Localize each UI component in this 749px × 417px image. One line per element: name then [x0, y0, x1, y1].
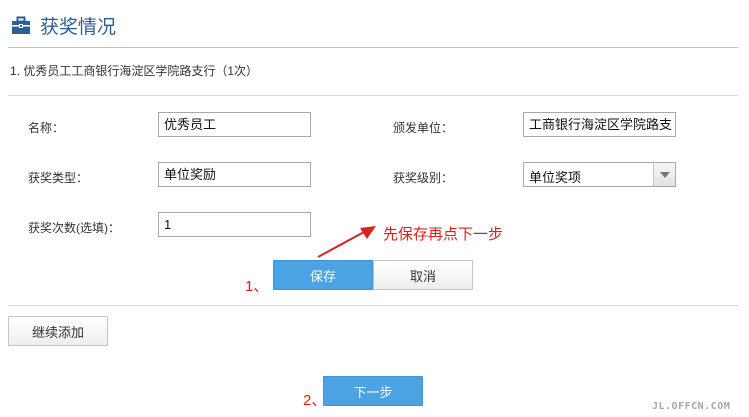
next-button[interactable]: 下一步: [323, 376, 423, 406]
record-title: 1. 优秀员工工商银行海淀区学院路支行（1次）: [10, 64, 259, 78]
count-input[interactable]: 1: [158, 212, 311, 237]
form-divider: [8, 305, 738, 306]
chevron-down-icon[interactable]: [653, 163, 675, 186]
briefcase-icon: [12, 16, 30, 34]
award-type-input[interactable]: 单位奖励: [158, 162, 311, 187]
section-title: 获奖情况: [40, 17, 117, 38]
award-level-label: 获奖级别：: [393, 171, 454, 185]
cancel-button[interactable]: 取消: [373, 260, 473, 290]
step1-annotation: 1、: [245, 278, 269, 295]
issuer-label: 颁发单位：: [393, 121, 454, 135]
add-more-button[interactable]: 继续添加: [8, 316, 108, 346]
award-level-select[interactable]: 单位奖项: [523, 162, 676, 187]
save-hint-annotation: 先保存再点下一步: [383, 226, 504, 243]
award-level-value: 单位奖项: [529, 170, 582, 185]
hint-arrow-icon: [317, 226, 376, 258]
name-label: 名称：: [28, 121, 65, 135]
watermark: JL.OFFCN.COM: [652, 401, 731, 412]
save-button[interactable]: 保存: [273, 260, 373, 290]
award-type-label: 获奖类型：: [28, 171, 89, 185]
section-header: 获奖情况: [8, 6, 738, 48]
record-divider: [8, 95, 738, 96]
name-input[interactable]: 优秀员工: [158, 112, 311, 137]
count-label: 获奖次数(选填)：: [28, 221, 120, 235]
issuer-input[interactable]: 工商银行海淀区学院路支: [523, 112, 676, 137]
